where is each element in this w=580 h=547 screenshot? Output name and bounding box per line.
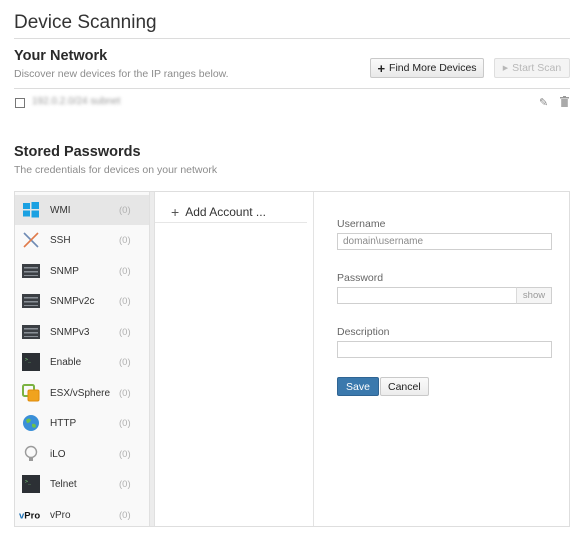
cancel-button[interactable]: Cancel (380, 377, 429, 396)
protocol-count: (0) (119, 387, 131, 399)
show-password-button[interactable]: show (516, 287, 552, 304)
username-input[interactable]: domain\username (337, 233, 552, 250)
protocol-item-ilo[interactable]: iLO (0) (15, 439, 149, 469)
protocol-name: iLO (50, 448, 66, 460)
protocol-name: Telnet (50, 478, 77, 490)
network-divider (14, 88, 570, 89)
protocol-count: (0) (119, 356, 131, 368)
terminal-icon: >_ (22, 353, 40, 371)
password-label: Password (337, 272, 384, 284)
protocol-name: SSH (50, 234, 71, 246)
add-account-label: Add Account ... (185, 205, 266, 219)
credential-form: Username domain\username Password show D… (313, 192, 569, 526)
protocol-list: WMI (0) SSH (0) SNMP (0) SNMPv2c (0) SNM… (15, 192, 149, 526)
find-more-devices-button[interactable]: + Find More Devices (370, 58, 484, 78)
description-label: Description (337, 326, 390, 338)
protocol-count: (0) (119, 204, 131, 216)
protocol-count: (0) (119, 234, 131, 246)
username-label: Username (337, 218, 386, 230)
credentials-panel: WMI (0) SSH (0) SNMP (0) SNMPv2c (0) SNM… (14, 191, 570, 527)
protocol-count: (0) (119, 509, 131, 521)
stored-passwords-subtitle: The credentials for devices on your netw… (14, 164, 218, 176)
protocol-count: (0) (119, 448, 131, 460)
title-divider (14, 38, 570, 39)
find-more-devices-label: Find More Devices (389, 62, 477, 74)
page-title: Device Scanning (14, 12, 157, 33)
protocol-count: (0) (119, 417, 131, 429)
protocol-item-wmi[interactable]: WMI (0) (15, 195, 149, 225)
protocol-name: Enable (50, 356, 82, 368)
terminal-icon: >_ (22, 475, 40, 493)
svg-text:vPro: vPro (19, 511, 40, 522)
protocol-item-http[interactable]: HTTP (0) (15, 408, 149, 438)
account-list: + Add Account ... (155, 192, 307, 526)
your-network-subtitle: Discover new devices for the IP ranges b… (14, 68, 229, 80)
protocol-item-enable[interactable]: >_ Enable (0) (15, 347, 149, 377)
vpro-logo-icon: vPro (19, 506, 45, 524)
windows-icon (22, 201, 40, 219)
protocol-name: WMI (50, 204, 71, 216)
protocol-item-esx-vsphere[interactable]: ESX/vSphere (0) (15, 378, 149, 408)
plus-icon: + (171, 204, 180, 220)
stored-passwords-heading: Stored Passwords (14, 144, 141, 160)
delete-icon[interactable] (560, 96, 569, 110)
protocol-item-snmp[interactable]: SNMP (0) (15, 256, 149, 286)
server-icon (22, 262, 40, 280)
start-scan-button[interactable]: ▶ Start Scan (494, 58, 570, 78)
protocol-item-vpro[interactable]: vPro vPro (0) (15, 500, 149, 530)
edit-icon[interactable]: ✎ (539, 96, 548, 109)
vsphere-icon (22, 384, 40, 402)
svg-text:>_: >_ (25, 479, 32, 485)
protocol-count: (0) (119, 295, 131, 307)
bulb-icon (22, 445, 40, 463)
protocol-item-telnet[interactable]: >_ Telnet (0) (15, 469, 149, 499)
save-button[interactable]: Save (337, 377, 379, 396)
protocol-name: SNMPv3 (50, 326, 90, 338)
start-scan-label: Start Scan (512, 62, 562, 74)
protocol-item-snmpv2c[interactable]: SNMPv2c (0) (15, 286, 149, 316)
ip-range-text: 192.0.2.0/24 subnet (32, 96, 121, 107)
description-input[interactable] (337, 341, 552, 358)
server-icon (22, 323, 40, 341)
protocol-name: vPro (50, 509, 71, 521)
globe-icon (22, 414, 40, 432)
server-icon (22, 292, 40, 310)
protocol-name: HTTP (50, 417, 77, 429)
protocol-item-ssh[interactable]: SSH (0) (15, 225, 149, 255)
plus-icon: + (377, 60, 386, 76)
ssh-icon (22, 231, 40, 249)
protocol-count: (0) (119, 478, 131, 490)
protocol-count: (0) (119, 265, 131, 277)
protocol-count: (0) (119, 326, 131, 338)
protocol-name: SNMPv2c (50, 295, 95, 307)
protocol-name: SNMP (50, 265, 79, 277)
play-icon: ▶ (502, 65, 509, 72)
your-network-heading: Your Network (14, 48, 108, 64)
protocol-name: ESX/vSphere (50, 387, 111, 399)
svg-text:>_: >_ (25, 357, 32, 363)
range-checkbox[interactable] (15, 98, 25, 108)
protocol-item-snmpv3[interactable]: SNMPv3 (0) (15, 317, 149, 347)
account-list-divider (155, 222, 307, 223)
add-account-button[interactable]: + Add Account ... (171, 204, 266, 220)
